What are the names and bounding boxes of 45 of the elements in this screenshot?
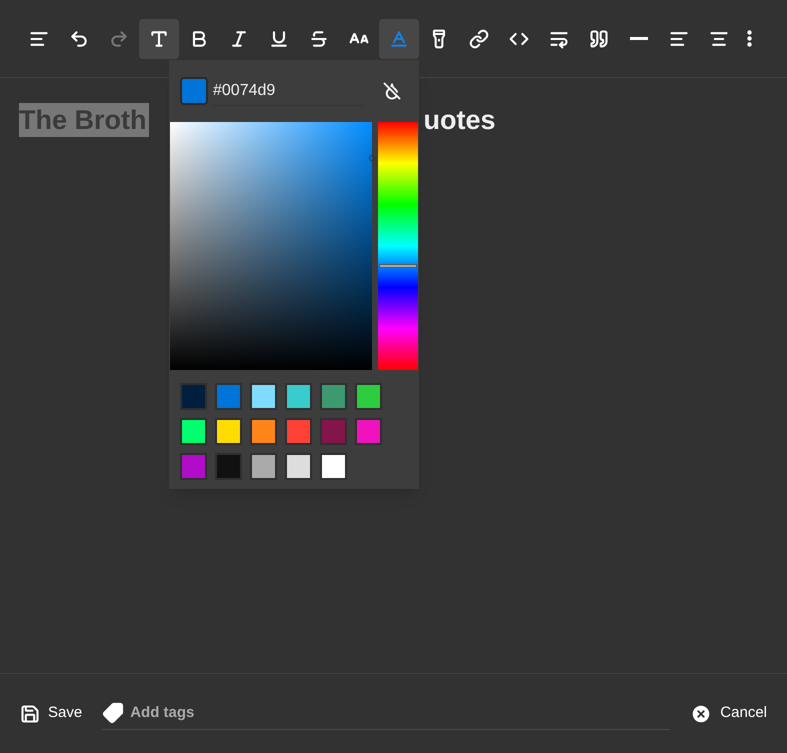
remove-color-button[interactable] <box>383 82 401 100</box>
color-swatch[interactable] <box>355 418 382 445</box>
horizontal-rule-icon <box>630 37 648 40</box>
color-swatch[interactable] <box>320 453 347 480</box>
color-swatch[interactable] <box>285 383 312 410</box>
strikethrough-icon <box>309 28 329 48</box>
document-title: The Broth <box>19 103 148 137</box>
hex-input-field[interactable]: 0074d9 <box>222 78 342 102</box>
italic-icon <box>229 28 249 48</box>
hue-slider-thumb[interactable] <box>379 264 417 268</box>
color-swatch[interactable] <box>250 383 277 410</box>
close-icon <box>690 702 712 724</box>
quote-icon <box>589 28 609 48</box>
save-button[interactable]: Save <box>20 702 82 725</box>
link-icon <box>469 28 489 48</box>
text-button[interactable] <box>139 18 179 58</box>
undo-icon <box>69 28 89 48</box>
color-swatch[interactable] <box>285 453 312 480</box>
droplet-off-icon <box>383 82 401 100</box>
tag-icon <box>102 702 124 724</box>
color-swatch[interactable] <box>215 418 242 445</box>
color-swatch[interactable] <box>215 383 242 410</box>
color-swatch[interactable] <box>250 418 277 445</box>
color-swatch[interactable] <box>180 418 207 445</box>
underline-icon <box>269 28 289 48</box>
color-swatch[interactable] <box>250 453 277 480</box>
text-icon <box>149 28 169 48</box>
document-title: uotes <box>424 104 496 137</box>
font-color-icon <box>389 28 409 48</box>
more-icon <box>746 30 752 47</box>
color-swatch[interactable] <box>180 453 207 480</box>
tags-input-field[interactable]: Add tags <box>130 702 670 724</box>
color-swatch[interactable] <box>320 418 347 445</box>
hue-slider[interactable] <box>378 122 418 370</box>
hash-sign: # <box>213 80 222 100</box>
saturation-picker[interactable] <box>170 122 372 370</box>
color-swatch[interactable] <box>215 453 242 480</box>
save-icon <box>20 704 40 724</box>
color-swatch[interactable] <box>285 418 312 445</box>
font-color-button[interactable] <box>379 18 419 58</box>
color-swatch[interactable] <box>355 383 382 410</box>
redo-icon <box>109 28 129 48</box>
color-swatch[interactable] <box>180 383 207 410</box>
color-swatch[interactable] <box>320 383 347 410</box>
cancel-button[interactable]: Cancel <box>690 702 767 725</box>
